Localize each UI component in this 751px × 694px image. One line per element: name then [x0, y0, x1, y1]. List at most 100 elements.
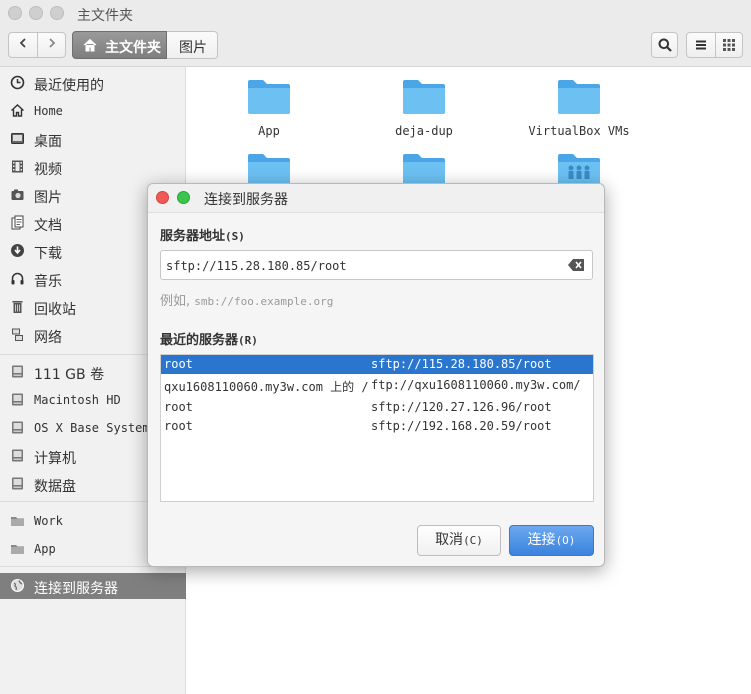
server-uri: sftp://120.27.126.96/root [371, 400, 552, 414]
server-address-input[interactable]: sftp://115.28.180.85/root [160, 250, 593, 280]
search-button[interactable] [651, 32, 678, 58]
breadcrumb-pictures-label: 图片 [179, 40, 207, 56]
recent-servers-list: root sftp://115.28.180.85/root qxu160811… [160, 354, 594, 502]
recent-servers-label-text: 最近的服务器 [160, 333, 239, 348]
sidebar-item-label: Work [34, 514, 63, 528]
file-item[interactable]: VirtualBox VMs [519, 78, 639, 158]
server-uri: sftp://192.168.20.59/root [371, 419, 552, 433]
download-icon [11, 244, 24, 257]
window-title: 主文件夹 [77, 8, 133, 24]
sidebar-item-desktop[interactable]: 桌面 [0, 126, 186, 152]
camera-icon [11, 189, 24, 200]
connect-to-server-dialog: 连接到服务器 服务器地址(S) sftp://115.28.180.85/roo… [147, 183, 605, 567]
grid-view-icon[interactable] [723, 39, 735, 51]
close-window-button[interactable] [8, 6, 22, 20]
cancel-button[interactable]: 取消(C) [417, 525, 501, 556]
dialog-title: 连接到服务器 [204, 192, 288, 208]
home-icon [11, 104, 24, 117]
folder-icon [403, 80, 445, 114]
drive-icon [12, 449, 23, 462]
file-name: App [258, 124, 280, 138]
title-bar: 主文件夹 [0, 0, 751, 28]
sidebar-item-home[interactable]: Home [0, 98, 186, 124]
drive-icon [12, 393, 23, 406]
breadcrumb-pictures[interactable]: 图片 [167, 31, 218, 59]
folder-icon [558, 80, 600, 114]
server-uri: ftp://qxu1608110060.my3w.com/ [371, 378, 581, 392]
server-name: root [164, 400, 193, 414]
minimize-window-button[interactable] [29, 6, 43, 20]
home-icon [83, 38, 97, 52]
maximize-window-button[interactable] [50, 6, 64, 20]
dialog-maximize-button[interactable] [177, 191, 190, 204]
sidebar-item-label: App [34, 542, 56, 556]
list-item[interactable]: root sftp://115.28.180.85/root [161, 355, 593, 374]
recent-servers-label: 最近的服务器(R) [160, 329, 258, 348]
sidebar-item-label: 111 GB 卷 [34, 367, 105, 383]
example-value: smb://foo.example.org [194, 295, 334, 308]
headphones-icon [11, 272, 24, 285]
sidebar-item-connect-to-server[interactable]: 连接到服务器 [0, 573, 186, 599]
sidebar-item-videos[interactable]: 视频 [0, 154, 186, 180]
sidebar-item-label: 视频 [34, 162, 62, 178]
sidebar-item-label: 下载 [34, 246, 62, 262]
document-icon [11, 215, 24, 230]
sidebar-item-label: 桌面 [34, 134, 62, 150]
chevron-right-icon[interactable] [47, 38, 57, 48]
server-uri: sftp://115.28.180.85/root [371, 357, 552, 371]
film-icon [12, 160, 23, 173]
globe-icon [11, 579, 24, 592]
server-address-label-text: 服务器地址 [160, 229, 226, 244]
folder-icon [11, 545, 24, 554]
cancel-accel: (C) [463, 534, 483, 547]
drive-icon [12, 365, 23, 378]
drive-icon [12, 421, 23, 434]
sidebar-item-label: 网络 [34, 330, 62, 346]
folder-icon [248, 80, 290, 114]
file-name: deja-dup [395, 124, 453, 138]
file-item[interactable]: App [209, 78, 329, 158]
list-item[interactable]: qxu1608110060.my3w.com 上的 / ftp://qxu160… [161, 376, 593, 395]
cancel-label: 取消 [435, 532, 464, 548]
sidebar-item-label: 连接到服务器 [34, 581, 118, 597]
server-name: qxu1608110060.my3w.com 上的 / [164, 380, 369, 394]
example-prefix: 例如, [160, 294, 191, 309]
file-item[interactable]: deja-dup [364, 78, 484, 158]
sidebar-item-label: 计算机 [34, 451, 76, 467]
server-name: root [164, 419, 193, 433]
desktop-icon [11, 133, 24, 144]
recent-servers-accel: (R) [238, 334, 258, 347]
network-icon [12, 328, 23, 341]
connect-button[interactable]: 连接(O) [509, 525, 594, 556]
list-item[interactable]: root sftp://120.27.126.96/root [161, 398, 593, 417]
server-name: root [164, 357, 193, 371]
sidebar-item-label: OS X Base System [34, 421, 150, 435]
connect-label: 连接 [527, 532, 556, 548]
connect-accel: (O) [555, 534, 576, 547]
sidebar-item-label: 最近使用的 [34, 78, 104, 94]
sidebar-item-label: Macintosh HD [34, 393, 121, 407]
clear-text-icon[interactable] [568, 259, 584, 271]
sidebar-item-label: 回收站 [34, 302, 76, 318]
sidebar-item-recent[interactable]: 最近使用的 [0, 70, 186, 96]
dialog-close-button[interactable] [156, 191, 169, 204]
view-toggle-group [686, 32, 743, 58]
sidebar-item-label: Home [34, 104, 63, 118]
navigation-buttons [8, 32, 66, 58]
trash-icon [12, 301, 23, 313]
breadcrumb-home-label: 主文件夹 [105, 40, 161, 56]
drive-icon [12, 477, 23, 490]
file-name: VirtualBox VMs [528, 124, 630, 138]
sidebar-item-label: 数据盘 [34, 479, 76, 495]
folder-icon [11, 517, 24, 526]
list-item[interactable]: root sftp://192.168.20.59/root [161, 417, 593, 436]
list-view-icon[interactable] [695, 39, 707, 51]
chevron-left-icon[interactable] [18, 38, 28, 48]
clock-icon [10, 75, 25, 90]
server-address-value: sftp://115.28.180.85/root [166, 259, 347, 273]
breadcrumb-home[interactable]: 主文件夹 [72, 31, 167, 59]
example-hint: 例如, smb://foo.example.org [160, 290, 333, 309]
search-icon [658, 38, 672, 52]
sidebar-item-label: 音乐 [34, 274, 62, 290]
server-address-label: 服务器地址(S) [160, 225, 245, 244]
